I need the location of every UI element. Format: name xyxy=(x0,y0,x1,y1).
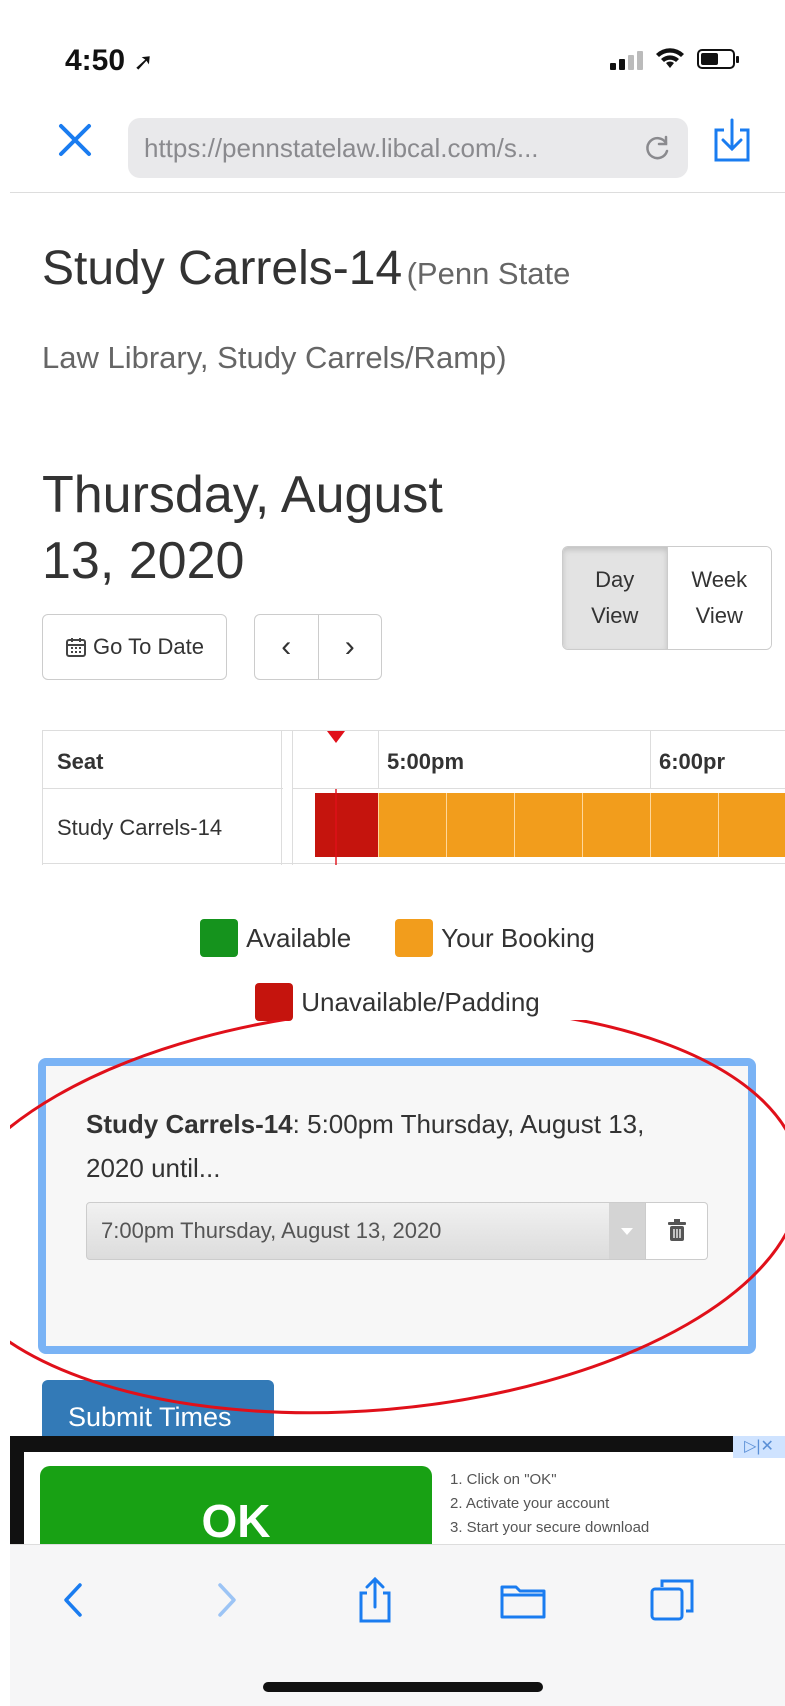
time-slot-booking[interactable] xyxy=(651,793,719,857)
current-time-line xyxy=(335,789,337,865)
seat-header: Seat xyxy=(43,731,283,789)
trash-icon xyxy=(667,1219,686,1241)
seat-name: Study Carrels-14 xyxy=(57,815,223,840)
schedule-grid: Seat Study Carrels-14 5:00pm 6:00pr xyxy=(42,730,785,865)
bookmarks-icon[interactable] xyxy=(498,1575,548,1625)
back-icon[interactable] xyxy=(50,1575,100,1625)
week-view-button[interactable]: Week View xyxy=(667,547,771,649)
location-text: (Penn State xyxy=(406,256,571,291)
time-slot-booking[interactable] xyxy=(447,793,515,857)
ad-step-2: 2. Activate your account xyxy=(450,1495,610,1512)
available-swatch xyxy=(200,919,239,957)
home-indicator xyxy=(263,1682,543,1692)
ad-step-3: 3. Start your secure download xyxy=(450,1519,650,1536)
day-view-button[interactable]: Day View xyxy=(563,547,668,649)
location-text-line2: Law Library, Study Carrels/Ramp) xyxy=(42,340,507,375)
legend-unavailable: Unavailable/Padding xyxy=(255,983,540,1021)
end-time-value: 7:00pm Thursday, August 13, 2020 xyxy=(101,1218,442,1243)
view-toggle: Day View Week View xyxy=(562,546,772,650)
end-time-select[interactable]: 7:00pm Thursday, August 13, 2020 xyxy=(86,1202,646,1260)
space-title: Study Carrels-14 xyxy=(42,242,403,295)
booking-summary: Study Carrels-14: 5:00pm Thursday, Augus… xyxy=(86,1102,708,1190)
go-to-date-label: Go To Date xyxy=(93,634,204,659)
booking-space-name: Study Carrels-14 xyxy=(86,1109,293,1139)
go-to-date-button[interactable]: Go To Date xyxy=(42,614,227,680)
time-header-5pm: 5:00pm xyxy=(379,731,651,789)
seat-column: Seat Study Carrels-14 xyxy=(42,731,283,865)
ad-ok-button[interactable]: OK xyxy=(40,1466,432,1544)
legend-unavailable-label: Unavailable/Padding xyxy=(301,986,540,1017)
divider xyxy=(10,192,785,193)
browser-window: 4:50 ➚ https://pennstatelaw.libcal.com/s… xyxy=(10,0,785,1706)
current-time-marker xyxy=(327,731,345,743)
next-day-button[interactable]: › xyxy=(319,615,382,679)
time-slot-booking[interactable] xyxy=(583,793,651,857)
date-heading: Thursday, August 13, 2020 xyxy=(42,462,522,594)
tabs-icon[interactable] xyxy=(648,1575,698,1625)
chevron-down-icon xyxy=(609,1203,645,1259)
time-slots xyxy=(293,793,785,857)
location-arrow-icon: ➚ xyxy=(133,49,154,76)
share-download-icon[interactable] xyxy=(710,116,754,166)
chevron-right-icon: › xyxy=(344,630,355,663)
url-bar[interactable]: https://pennstatelaw.libcal.com/s... xyxy=(128,118,688,178)
forward-icon[interactable] xyxy=(200,1575,250,1625)
legend-your-booking: Your Booking xyxy=(395,919,595,957)
booking-swatch xyxy=(395,919,434,957)
day-view-label-2: View xyxy=(591,603,639,628)
time-slot-booking[interactable] xyxy=(379,793,447,857)
prev-day-button[interactable]: ‹ xyxy=(255,615,319,679)
signal-icon xyxy=(610,48,643,70)
chevron-left-icon: ‹ xyxy=(281,630,292,663)
legend-available: Available xyxy=(200,919,351,957)
time-header-6pm: 6:00pr xyxy=(651,731,785,789)
calendar-icon xyxy=(66,638,87,657)
ad-banner[interactable]: OK 1. Click on "OK" 2. Activate your acc… xyxy=(10,1436,785,1544)
legend: Available Your Booking Unavailable/Paddi… xyxy=(10,918,785,1046)
date-line-2: 13, 2020 xyxy=(42,532,245,590)
ad-steps: 1. Click on "OK" 2. Activate your accoun… xyxy=(450,1468,649,1540)
unavailable-swatch xyxy=(255,983,294,1021)
date-pager: ‹ › xyxy=(254,614,382,680)
legend-booking-label: Your Booking xyxy=(441,922,595,953)
status-icons xyxy=(610,48,739,70)
time-slot-booking[interactable] xyxy=(719,793,785,857)
time-slot-unavailable[interactable] xyxy=(315,793,379,857)
page-title: Study Carrels-14 (Penn State Law Library… xyxy=(42,230,762,403)
timeline: 5:00pm 6:00pr xyxy=(292,731,785,865)
battery-icon xyxy=(697,49,739,69)
wifi-icon xyxy=(656,48,684,68)
status-time: 4:50 ➚ xyxy=(65,44,154,77)
date-line-1: Thursday, August xyxy=(42,466,443,524)
share-icon[interactable] xyxy=(350,1575,400,1625)
ad-step-1: 1. Click on "OK" xyxy=(450,1471,557,1488)
week-view-label: Week xyxy=(691,567,748,592)
day-view-label: Day xyxy=(595,567,635,592)
ad-choices-icon[interactable]: ▷|✕ xyxy=(733,1436,785,1458)
time-slot-booking[interactable] xyxy=(515,793,583,857)
legend-available-label: Available xyxy=(246,922,352,953)
remove-booking-button[interactable] xyxy=(646,1202,708,1260)
week-view-label-2: View xyxy=(695,603,743,628)
reload-icon[interactable] xyxy=(642,133,672,163)
close-icon[interactable] xyxy=(55,120,95,160)
url-text: https://pennstatelaw.libcal.com/s... xyxy=(144,132,539,163)
booking-panel: Study Carrels-14: 5:00pm Thursday, Augus… xyxy=(38,1058,756,1354)
